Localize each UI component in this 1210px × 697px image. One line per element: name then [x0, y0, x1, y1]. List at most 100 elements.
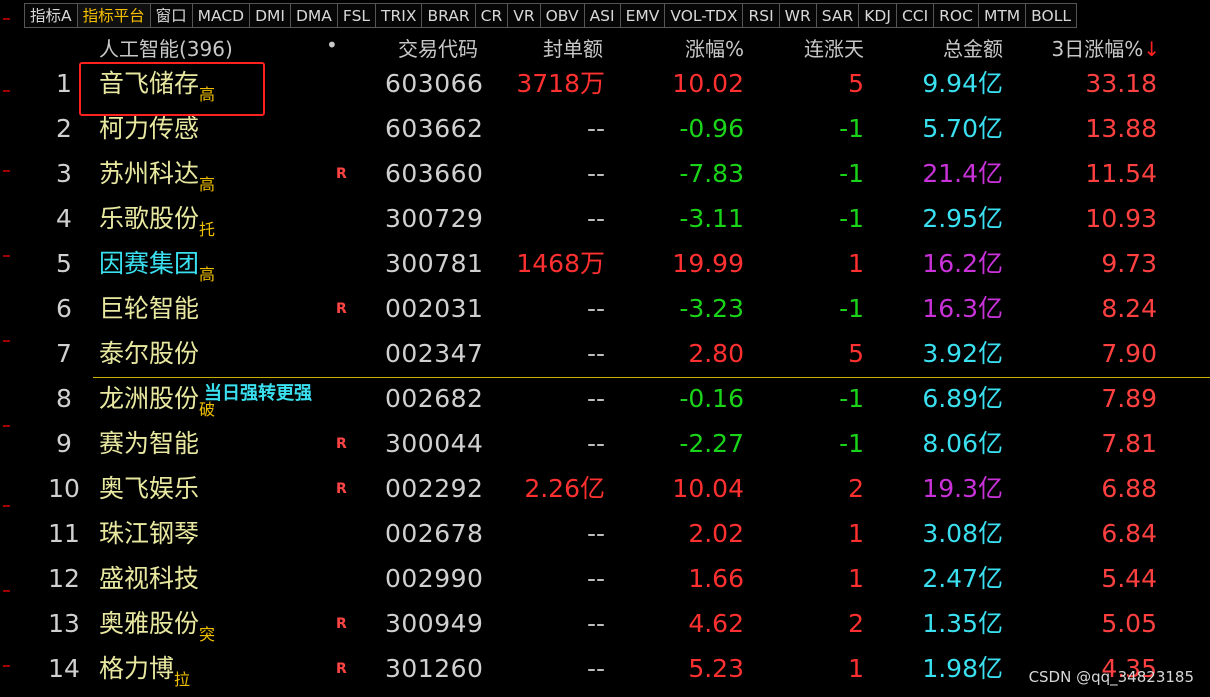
seal-amount: -- [586, 429, 605, 458]
three-day-change: 5.05 [1101, 609, 1157, 638]
stock-name[interactable]: 格力博拉 [99, 652, 190, 697]
total-amount: 6.89亿 [922, 384, 1003, 413]
group-header[interactable]: 人工智能(396) [99, 33, 233, 62]
row-index: 4 [56, 204, 72, 233]
tab-5[interactable]: DMA [291, 3, 338, 28]
tab-21[interactable]: MTM [978, 3, 1027, 28]
stock-name[interactable]: 龙洲股份破 [99, 382, 215, 427]
column-header-change[interactable]: 涨幅% [685, 33, 744, 62]
row-index: 8 [56, 384, 72, 413]
r-flag: R [336, 481, 347, 497]
stock-code: 603662 [385, 114, 484, 143]
stock-code: 002678 [385, 519, 484, 548]
tab-15[interactable]: RSI [743, 3, 780, 28]
column-header-days[interactable]: 连涨天 [804, 33, 864, 62]
table-row[interactable]: 10 奥飞娱乐 R 002292 2.26亿 10.04 2 19.3亿 6.88 [0, 469, 1210, 514]
stock-name[interactable]: 柯力传感 [99, 112, 199, 157]
tab-20[interactable]: ROC [934, 3, 979, 28]
column-header-code[interactable]: 交易代码 [398, 33, 478, 62]
stock-name[interactable]: 苏州科达高 [99, 157, 215, 202]
row-index: 5 [56, 249, 72, 278]
change-percent: -3.11 [679, 204, 744, 233]
three-day-change: 6.84 [1101, 519, 1157, 548]
tab-6[interactable]: FSL [337, 3, 377, 28]
stock-code: 603660 [385, 159, 484, 188]
tab-0[interactable]: 指标A [24, 3, 78, 28]
stock-name[interactable]: 巨轮智能 [99, 292, 199, 337]
stock-name-text: 巨轮智能 [99, 294, 200, 323]
tab-19[interactable]: CCI [896, 3, 935, 28]
change-percent: 19.99 [672, 249, 744, 278]
seal-amount: -- [586, 564, 605, 593]
stock-name-text: 赛为智能 [99, 429, 200, 458]
three-day-change: 11.54 [1085, 159, 1157, 188]
row-divider-line [93, 377, 1210, 378]
stock-name[interactable]: 因赛集团高 [99, 247, 215, 292]
stock-name-text: 龙洲股份 [99, 384, 200, 413]
tab-3[interactable]: MACD [192, 3, 251, 28]
tab-12[interactable]: ASI [584, 3, 621, 28]
three-day-change: 7.90 [1101, 339, 1157, 368]
table-row[interactable]: 9 赛为智能 R 300044 -- -2.27 -1 8.06亿 7.81 [0, 424, 1210, 469]
consecutive-days: 1 [848, 249, 864, 278]
stock-name[interactable]: 乐歌股份托 [99, 202, 215, 247]
tab-7[interactable]: TRIX [376, 3, 423, 28]
stock-name[interactable]: 赛为智能 [99, 427, 199, 472]
column-header-pct3[interactable]: 3日涨幅%↓ [1052, 33, 1161, 62]
stock-name[interactable]: 盛视科技 [99, 562, 199, 607]
stock-name-text: 奥飞娱乐 [99, 474, 200, 503]
total-amount: 8.06亿 [922, 429, 1003, 458]
stock-code: 002990 [385, 564, 484, 593]
table-row[interactable]: 5 因赛集团高 300781 1468万 19.99 1 16.2亿 9.73 [0, 244, 1210, 289]
column-header-seal[interactable]: 封单额 [543, 33, 603, 62]
r-flag: R [336, 166, 347, 182]
seal-amount: -- [586, 339, 605, 368]
change-percent: -2.27 [679, 429, 744, 458]
tab-2[interactable]: 窗口 [150, 3, 193, 28]
column-header-amount[interactable]: 总金额 [943, 33, 1003, 62]
tab-16[interactable]: WR [779, 3, 817, 28]
seal-amount: -- [586, 384, 605, 413]
row-index: 6 [56, 294, 72, 323]
left-edge-tick [3, 18, 10, 20]
tab-11[interactable]: OBV [540, 3, 585, 28]
change-percent: 5.23 [688, 654, 744, 683]
stock-code: 002292 [385, 474, 484, 503]
table-row[interactable]: 6 巨轮智能 R 002031 -- -3.23 -1 16.3亿 8.24 [0, 289, 1210, 334]
table-row[interactable]: 8 龙洲股份破 002682 -- -0.16 -1 6.89亿 7.89 [0, 379, 1210, 424]
stock-code: 002347 [385, 339, 484, 368]
tab-18[interactable]: KDJ [859, 3, 897, 28]
tab-1[interactable]: 指标平台 [77, 3, 151, 28]
seal-amount: 3718万 [516, 69, 605, 98]
row-index: 12 [48, 564, 80, 593]
consecutive-days: -1 [839, 294, 864, 323]
table-row[interactable]: 11 珠江钢琴 002678 -- 2.02 1 3.08亿 6.84 [0, 514, 1210, 559]
table-row[interactable]: 13 奥雅股份突 R 300949 -- 4.62 2 1.35亿 5.05 [0, 604, 1210, 649]
table-row[interactable]: 3 苏州科达高 R 603660 -- -7.83 -1 21.4亿 11.54 [0, 154, 1210, 199]
stock-tag: 突 [199, 625, 216, 644]
tab-9[interactable]: CR [475, 3, 509, 28]
stock-name[interactable]: 泰尔股份 [99, 337, 199, 382]
seal-amount: -- [586, 294, 605, 323]
three-day-change: 6.88 [1101, 474, 1157, 503]
stock-name[interactable]: 奥飞娱乐 [99, 472, 199, 517]
tab-10[interactable]: VR [508, 3, 541, 28]
tab-13[interactable]: EMV [620, 3, 666, 28]
table-row[interactable]: 7 泰尔股份 002347 -- 2.80 5 3.92亿 7.90 [0, 334, 1210, 379]
tab-14[interactable]: VOL-TDX [665, 3, 744, 28]
table-row[interactable]: 12 盛视科技 002990 -- 1.66 1 2.47亿 5.44 [0, 559, 1210, 604]
total-amount: 21.4亿 [922, 159, 1003, 188]
tab-17[interactable]: SAR [816, 3, 860, 28]
tab-4[interactable]: DMI [250, 3, 291, 28]
total-amount: 19.3亿 [922, 474, 1003, 503]
total-amount: 16.3亿 [922, 294, 1003, 323]
stock-code: 300729 [385, 204, 484, 233]
row-index: 3 [56, 159, 72, 188]
tab-22[interactable]: BOLL [1026, 3, 1078, 28]
tab-8[interactable]: BRAR [422, 3, 476, 28]
stock-name[interactable]: 珠江钢琴 [99, 517, 199, 562]
consecutive-days: 5 [848, 69, 864, 98]
stock-name[interactable]: 奥雅股份突 [99, 607, 215, 652]
row-index: 9 [56, 429, 72, 458]
table-row[interactable]: 4 乐歌股份托 300729 -- -3.11 -1 2.95亿 10.93 [0, 199, 1210, 244]
